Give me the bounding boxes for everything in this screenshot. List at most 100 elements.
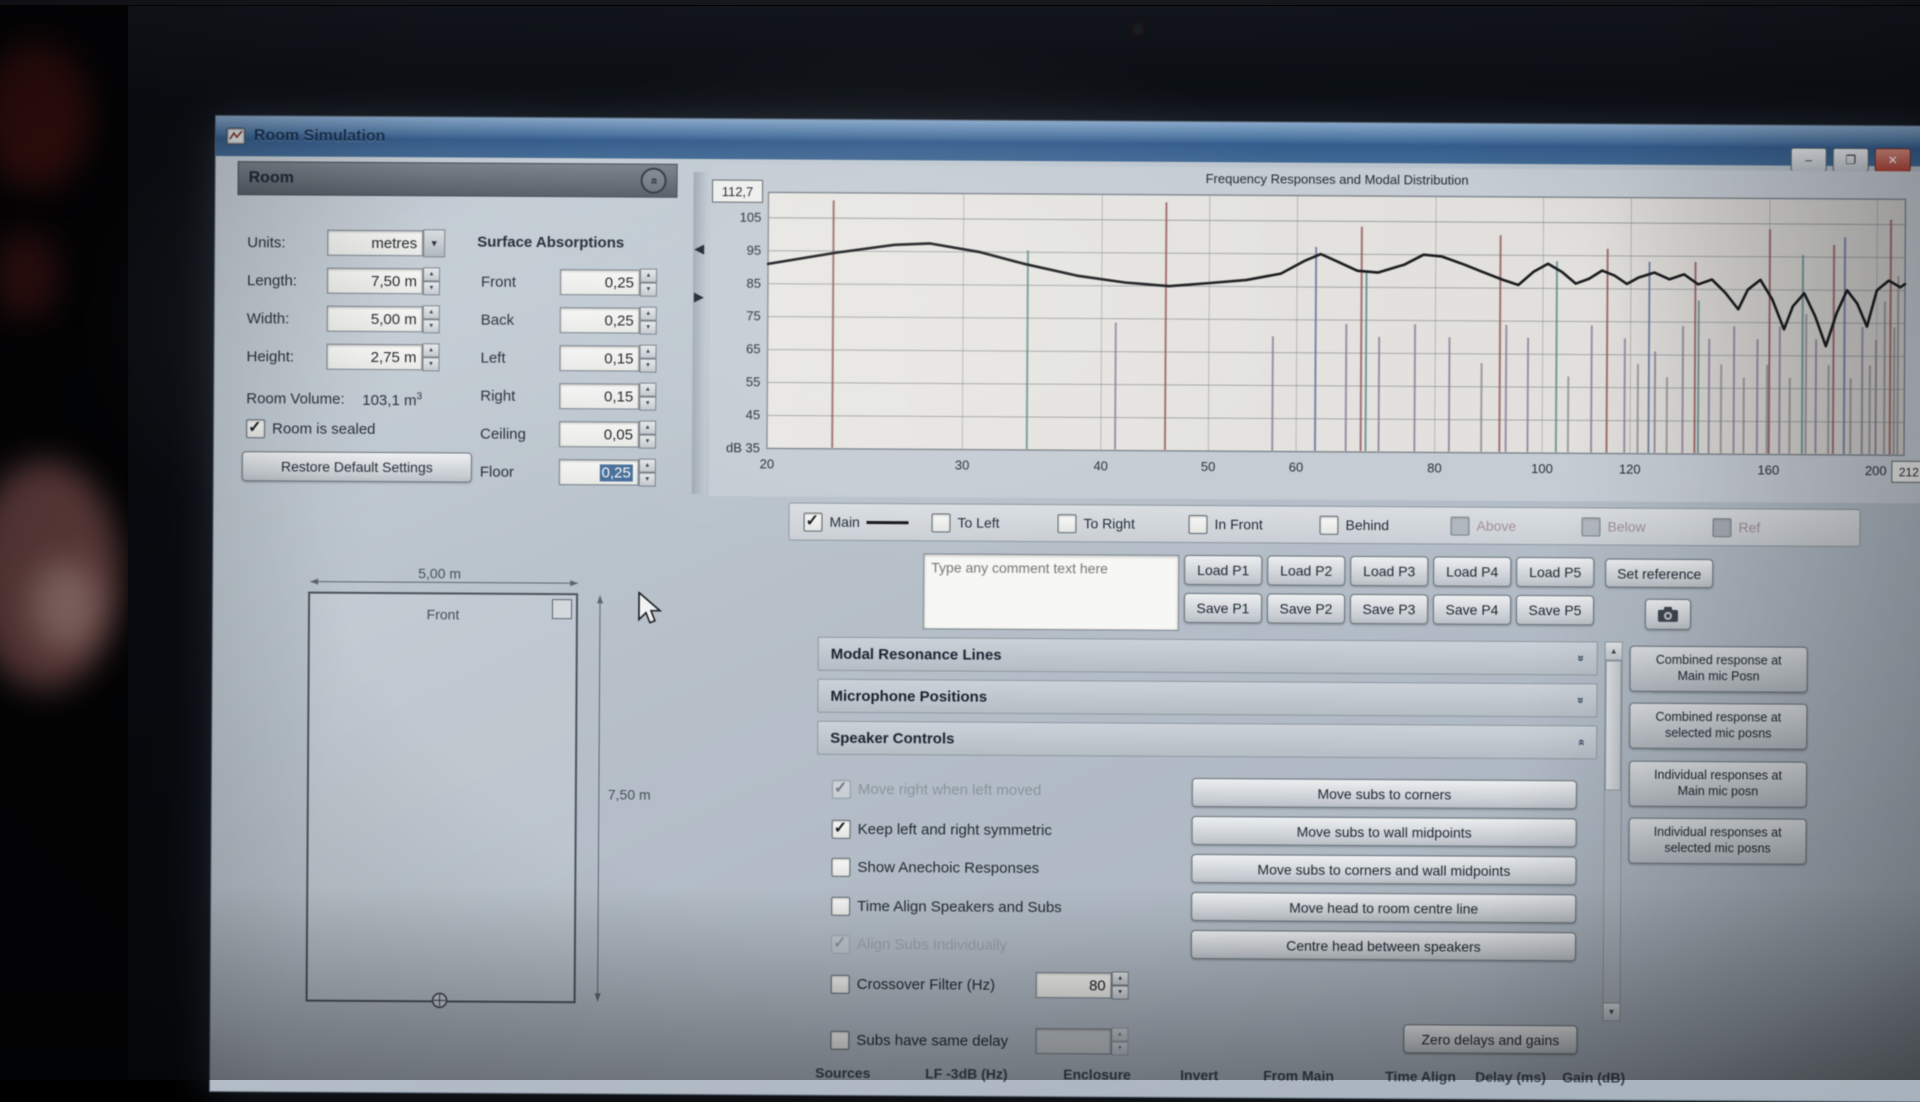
back-absorption-spinner[interactable]: ▲▼ [640,307,657,335]
svg-text:85: 85 [746,276,761,291]
front-absorption-input[interactable]: 0,25 [560,269,640,295]
main-line-swatch [867,520,909,523]
sub-marker[interactable] [552,599,572,619]
ceiling-absorption-input[interactable]: 0,05 [559,421,639,447]
save-p3-button[interactable]: Save P3 [1350,594,1428,624]
section-modal-resonance-lines[interactable]: Modal Resonance Lines» [818,637,1598,676]
listener-marker[interactable] [431,991,449,1009]
close-button[interactable]: ✕ [1875,148,1911,172]
checkbox-icon[interactable] [1319,515,1338,534]
checkbox-icon[interactable] [803,512,822,531]
floor-absorption-input[interactable]: 0,25 [559,459,639,485]
double-chevron-down-icon[interactable]: » [1578,651,1585,665]
scroll-up-icon[interactable]: ▲ [1606,643,1622,661]
splitter[interactable] [692,172,708,494]
room-panel-header[interactable]: Room » [238,161,678,198]
move-head-centre-button[interactable]: Move head to room centre line [1191,892,1576,923]
section-speaker-controls[interactable]: Speaker Controls» [817,721,1597,760]
left-absorption-spinner[interactable]: ▲▼ [639,345,656,373]
snapshot-button[interactable] [1645,599,1691,630]
anechoic-checkbox[interactable] [831,858,850,877]
time-align-checkbox[interactable] [831,897,850,916]
individual-responses-selected-button[interactable]: Individual responses atselected mic posn… [1628,818,1806,865]
svg-text:212: 212 [1899,465,1919,479]
combined-response-main-button[interactable]: Combined response atMain mic Posn [1630,646,1808,693]
width-spinner[interactable]: ▲▼ [423,305,440,333]
series-toggle-behind[interactable]: Behind [1319,515,1450,535]
section-microphone-positions[interactable]: Microphone Positions» [817,679,1597,718]
centre-head-button[interactable]: Centre head between speakers [1191,930,1576,961]
save-p1-button[interactable]: Save P1 [1184,593,1262,623]
series-toggle-to-right[interactable]: To Right [1057,514,1188,534]
length-input[interactable]: 7,50 m [327,268,423,295]
double-chevron-down-icon[interactable]: » [1578,693,1585,707]
frequency-response-chart[interactable]: Frequency Responses and Modal Distributi… [709,164,1920,503]
save-p4-button[interactable]: Save P4 [1433,594,1511,624]
app-icon [226,126,246,146]
bezel-edge [0,0,1920,5]
width-input[interactable]: 5,00 m [327,306,423,333]
units-select[interactable]: metres [327,230,423,257]
symmetric-checkbox[interactable] [832,820,851,839]
height-input[interactable]: 2,75 m [326,344,422,371]
units-dropdown-arrow-icon[interactable]: ▼ [423,229,445,257]
collapse-chevron-icon[interactable]: » [641,168,667,194]
move-subs-corners-button[interactable]: Move subs to corners [1192,778,1577,809]
series-toggle-main[interactable]: Main [803,512,931,532]
load-p5-button[interactable]: Load P5 [1516,557,1594,587]
restore-defaults-button[interactable]: Restore Default Settings [242,451,472,482]
crossover-spinner[interactable]: ▲▼ [1112,971,1129,999]
checkbox-icon[interactable] [931,513,950,532]
minimize-button[interactable]: – [1791,148,1827,172]
comment-input[interactable] [923,553,1179,631]
crossover-checkbox[interactable] [831,975,850,994]
length-spinner[interactable]: ▲▼ [423,267,440,295]
sections-scrollbar[interactable]: ▲ ▼ [1602,641,1622,1021]
series-toggle-to-left[interactable]: To Left [931,513,1057,533]
move-right-checkbox [832,780,851,799]
maximize-button[interactable]: ❐ [1833,148,1869,172]
checkbox-icon[interactable] [1057,514,1076,533]
subs-delay-checkbox[interactable] [830,1031,849,1050]
save-p2-button[interactable]: Save P2 [1267,593,1345,623]
symmetric-label: Keep left and right symmetric [858,821,1052,839]
series-toggle-in-front[interactable]: In Front [1188,514,1319,534]
room-sealed-checkbox[interactable] [246,419,265,438]
set-reference-button[interactable]: Set reference [1605,559,1713,589]
delay-col-header: Delay (ms) [1475,1069,1546,1085]
back-absorption-input[interactable]: 0,25 [560,307,640,333]
room-sealed-label: Room is sealed [272,420,375,438]
load-p1-button[interactable]: Load P1 [1184,555,1262,585]
left-absorption-input[interactable]: 0,15 [559,345,639,371]
move-subs-corners-midpoints-button[interactable]: Move subs to corners and wall midpoints [1191,854,1576,885]
combined-response-selected-button[interactable]: Combined response atselected mic posns [1629,703,1807,750]
checkbox-icon[interactable] [1188,514,1207,533]
zero-delays-gains-button[interactable]: Zero delays and gains [1403,1024,1577,1054]
ceiling-absorption-label: Ceiling [480,426,526,443]
splitter-collapse-left-icon[interactable]: ◀ [694,241,704,257]
height-label: Height: [246,348,294,365]
subs-delay-input [1035,1028,1111,1054]
load-p3-button[interactable]: Load P3 [1350,556,1428,586]
save-p5-button[interactable]: Save P5 [1516,595,1594,625]
series-toggle-row: Main To Left To Right In Front Behind Ab… [788,503,1860,548]
double-chevron-up-icon[interactable]: » [1577,735,1584,749]
scroll-down-icon[interactable]: ▼ [1603,1002,1619,1020]
floor-absorption-spinner[interactable]: ▲▼ [639,459,656,487]
invert-col-header: Invert [1180,1067,1218,1083]
load-p2-button[interactable]: Load P2 [1267,555,1345,585]
load-p4-button[interactable]: Load P4 [1433,556,1511,586]
right-absorption-spinner[interactable]: ▲▼ [639,383,656,411]
right-absorption-input[interactable]: 0,15 [559,383,639,409]
room-plan-view[interactable]: Front [306,592,578,1004]
height-spinner[interactable]: ▲▼ [422,343,439,371]
move-subs-midpoints-button[interactable]: Move subs to wall midpoints [1192,816,1577,847]
scrollbar-thumb[interactable] [1605,661,1622,791]
bezel-reflection [0,40,90,190]
front-absorption-spinner[interactable]: ▲▼ [640,269,657,297]
title-bar[interactable]: Room Simulation [216,116,1920,166]
ceiling-absorption-spinner[interactable]: ▲▼ [639,421,656,449]
individual-responses-main-button[interactable]: Individual responses atMain mic posn [1629,761,1807,808]
crossover-input[interactable]: 80 [1036,972,1112,998]
splitter-expand-right-icon[interactable]: ▶ [694,289,704,305]
